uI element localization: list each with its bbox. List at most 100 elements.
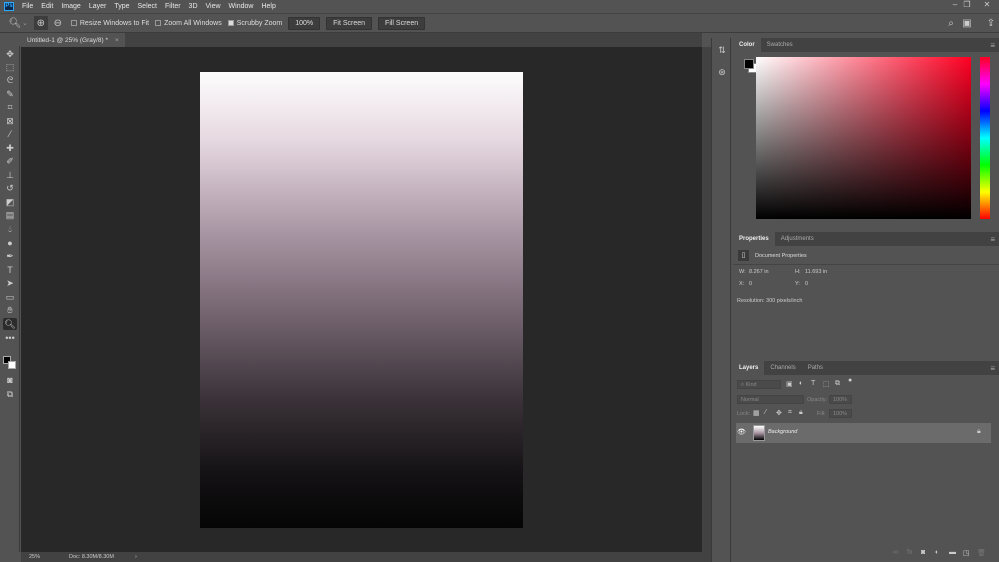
lock-image-icon[interactable]: ⁄ bbox=[765, 409, 766, 416]
width-value[interactable]: 8.267 in bbox=[749, 269, 769, 275]
opacity-input[interactable]: 100% bbox=[829, 395, 852, 404]
lock-artboard-icon[interactable]: ⌗ bbox=[788, 409, 792, 417]
crop-tool-icon[interactable]: ⌗ bbox=[3, 101, 17, 113]
tab-properties[interactable]: Properties bbox=[733, 232, 775, 246]
link-layers-icon[interactable]: ∞ bbox=[893, 549, 898, 556]
more-tools-icon[interactable]: ••• bbox=[3, 332, 17, 344]
new-layer-icon[interactable]: ◳ bbox=[963, 549, 970, 557]
fill-input[interactable]: 100% bbox=[829, 409, 852, 418]
tab-layers[interactable]: Layers bbox=[733, 361, 765, 375]
menu-image[interactable]: Image bbox=[61, 3, 80, 10]
move-tool-icon[interactable]: ✥ bbox=[3, 48, 17, 60]
tab-color[interactable]: Color bbox=[733, 38, 761, 52]
filter-shape-icon[interactable]: ⬚ bbox=[823, 380, 830, 388]
chevron-down-icon[interactable]: ⌄ bbox=[22, 19, 28, 27]
quick-mask-icon[interactable]: ◙ bbox=[3, 374, 17, 386]
new-group-icon[interactable]: ▬ bbox=[949, 549, 956, 556]
fx-icon[interactable]: fx bbox=[907, 549, 912, 556]
blur-tool-icon[interactable]: 💧︎ bbox=[3, 223, 17, 235]
menu-view[interactable]: View bbox=[206, 3, 221, 10]
tab-channels[interactable]: Channels bbox=[764, 361, 801, 375]
close-window-button[interactable]: ✕ bbox=[978, 0, 996, 10]
history-panel-icon[interactable]: ⇅ bbox=[715, 43, 729, 57]
zoom-in-icon[interactable]: ⊕ bbox=[33, 16, 48, 30]
status-menu-arrow[interactable]: › bbox=[135, 554, 137, 560]
filter-smart-object-icon[interactable]: ⧉ bbox=[835, 380, 840, 388]
blend-mode-select[interactable]: Normal bbox=[737, 395, 804, 404]
menu-filter[interactable]: Filter bbox=[165, 3, 181, 10]
height-value[interactable]: 11.693 in bbox=[805, 269, 827, 275]
delete-layer-icon[interactable]: 🗑︎ bbox=[977, 549, 986, 557]
frame-tool-icon[interactable]: ⊠ bbox=[3, 115, 17, 127]
lock-transparent-icon[interactable]: ▦ bbox=[753, 409, 760, 417]
gradient-tool-icon[interactable]: ▤ bbox=[3, 209, 17, 221]
canvas-area[interactable] bbox=[21, 47, 702, 552]
color-picker-field[interactable] bbox=[756, 57, 971, 219]
dodge-tool-icon[interactable]: ● bbox=[3, 237, 17, 249]
menu-help[interactable]: Help bbox=[261, 3, 275, 10]
pen-tool-icon[interactable]: ✒ bbox=[3, 250, 17, 262]
share-icon[interactable]: ⇪ bbox=[984, 16, 998, 30]
path-selection-tool-icon[interactable]: ➤ bbox=[3, 277, 17, 289]
layer-row-background[interactable]: 👁︎ Background 🔒︎ bbox=[736, 423, 991, 443]
rectangle-tool-icon[interactable]: ▭ bbox=[3, 291, 17, 303]
filter-pixel-icon[interactable]: ▣ bbox=[786, 380, 793, 388]
layer-lock-icon[interactable]: 🔒︎ bbox=[977, 428, 981, 436]
add-mask-icon[interactable]: ◙ bbox=[921, 549, 925, 556]
panel-menu-icon[interactable]: ≡ bbox=[990, 41, 995, 50]
x-value[interactable]: 0 bbox=[749, 281, 752, 287]
brush-tool-icon[interactable]: ✐ bbox=[3, 155, 17, 167]
panel-menu-icon[interactable]: ≡ bbox=[990, 235, 995, 244]
workspace-icon[interactable]: ▣ bbox=[960, 16, 974, 30]
menu-layer[interactable]: Layer bbox=[89, 3, 107, 10]
document-canvas[interactable] bbox=[200, 72, 523, 528]
lock-position-icon[interactable]: ✥ bbox=[776, 409, 782, 417]
filter-toggle-icon[interactable]: ● bbox=[848, 377, 852, 384]
quick-select-tool-icon[interactable]: ✎ bbox=[3, 88, 17, 100]
fit-screen-button[interactable]: Fit Screen bbox=[326, 16, 373, 30]
menu-3d[interactable]: 3D bbox=[189, 3, 198, 10]
filter-adjustment-icon[interactable]: ◐ bbox=[799, 380, 803, 387]
hue-slider[interactable] bbox=[980, 57, 990, 219]
screen-mode-icon[interactable]: ⧉ bbox=[3, 388, 17, 400]
eyedropper-tool-icon[interactable]: ⁄ bbox=[3, 128, 17, 140]
layer-name[interactable]: Background bbox=[768, 429, 797, 435]
type-tool-icon[interactable]: T bbox=[3, 264, 17, 276]
fill-screen-button[interactable]: Fill Screen bbox=[378, 16, 426, 30]
menu-file[interactable]: File bbox=[22, 3, 33, 10]
eraser-tool-icon[interactable]: ◩ bbox=[3, 196, 17, 208]
hand-tool-icon[interactable]: ✋︎ bbox=[3, 304, 17, 316]
navigator-panel-icon[interactable]: ⊛ bbox=[715, 65, 729, 79]
restore-button[interactable]: ❐ bbox=[958, 0, 976, 10]
tab-swatches[interactable]: Swatches bbox=[761, 38, 799, 52]
zoom-tool-icon[interactable]: 🔍︎ bbox=[3, 318, 17, 330]
resize-windows-checkbox[interactable]: Resize Windows to Fit bbox=[70, 20, 149, 27]
menu-select[interactable]: Select bbox=[138, 3, 157, 10]
y-value[interactable]: 0 bbox=[805, 281, 808, 287]
zoom-100-button[interactable]: 100% bbox=[288, 16, 321, 30]
clone-stamp-tool-icon[interactable]: ⊥ bbox=[3, 169, 17, 181]
tab-paths[interactable]: Paths bbox=[802, 361, 829, 375]
healing-brush-tool-icon[interactable]: ✚ bbox=[3, 142, 17, 154]
filter-type-icon[interactable]: T bbox=[811, 380, 815, 387]
history-brush-tool-icon[interactable]: ↺ bbox=[3, 182, 17, 194]
marquee-tool-icon[interactable]: ⬚ bbox=[3, 61, 17, 73]
close-tab-icon[interactable]: × bbox=[115, 37, 119, 44]
lasso-tool-icon[interactable]: ᘓ bbox=[3, 74, 17, 86]
zoom-level[interactable]: 25% bbox=[21, 554, 61, 560]
tab-adjustments[interactable]: Adjustments bbox=[775, 232, 820, 246]
foreground-color-swatch[interactable] bbox=[744, 59, 754, 69]
menu-type[interactable]: Type bbox=[114, 3, 129, 10]
visibility-eye-icon[interactable]: 👁︎ bbox=[737, 428, 746, 436]
vertical-scrollbar[interactable] bbox=[702, 47, 711, 562]
menu-window[interactable]: Window bbox=[229, 3, 254, 10]
search-icon[interactable]: ⌕ bbox=[944, 16, 958, 30]
document-tab[interactable]: Untitled-1 @ 25% (Gray/8) * × bbox=[21, 33, 125, 47]
lock-all-icon[interactable]: 🔒︎ bbox=[799, 409, 803, 417]
zoom-tool-preset-icon[interactable]: 🔍︎ bbox=[8, 16, 22, 30]
zoom-all-windows-checkbox[interactable]: Zoom All Windows bbox=[155, 20, 222, 27]
adjustment-layer-icon[interactable]: ◐ bbox=[935, 549, 939, 556]
scrubby-zoom-checkbox[interactable]: Scrubby Zoom bbox=[227, 20, 282, 27]
zoom-out-icon[interactable]: ⊖ bbox=[51, 16, 65, 30]
panel-menu-icon[interactable]: ≡ bbox=[990, 364, 995, 373]
